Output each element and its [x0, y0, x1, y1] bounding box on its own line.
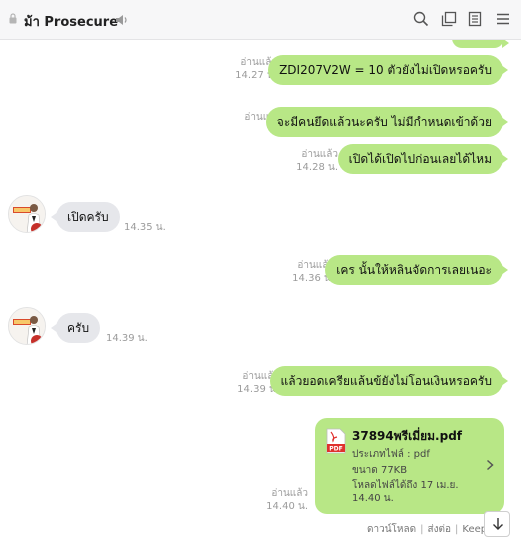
svg-text:PDF: PDF: [329, 446, 342, 453]
message-time: 14.28 น.: [296, 162, 338, 173]
avatar[interactable]: [8, 195, 46, 233]
message-bubble[interactable]: แล้วยอดเครียแล้นข้ยังไม่โอนเงินหรอครับ: [269, 366, 509, 396]
chat-header: ม้า Prosecure: [0, 0, 521, 40]
avatar-image: [9, 196, 45, 232]
message-bubble[interactable]: ครับ: [50, 313, 101, 343]
file-actions: ดาวน์โหลด | ส่งต่อ | Keep: [367, 522, 487, 537]
notes-icon[interactable]: [467, 11, 483, 27]
message-bubble[interactable]: เคร นั้นให้หลินจัดการเลยเนอะ: [325, 255, 508, 285]
file-attachment[interactable]: PDF 37894พรีเมี่ยม.pdf ประเภทไฟล์ : pdf …: [315, 418, 504, 514]
pdf-icon: PDF: [326, 428, 346, 454]
message-text: เคร นั้นให้หลินจัดการเลยเนอะ: [336, 263, 492, 277]
lock-icon: [9, 13, 17, 24]
message-time: 14.35 น.: [124, 222, 166, 233]
menu-icon[interactable]: [495, 11, 511, 27]
message-bubble-partial[interactable]: [452, 40, 509, 48]
message-time: 14.39 น.: [106, 333, 148, 344]
file-expiry: โหลดไฟล์ได้ถึง 17 เม.ย. 14.40 น.: [352, 480, 459, 504]
file-name: 37894พรีเมี่ยม.pdf: [352, 429, 463, 443]
message-text: ครับ: [67, 321, 90, 335]
file-size: ขนาด 77KB: [352, 465, 408, 476]
chevron-right-icon[interactable]: [486, 459, 494, 471]
avatar-image: [9, 308, 45, 344]
scroll-to-bottom-button[interactable]: [484, 511, 510, 537]
file-type: ประเภทไฟล์ : pdf: [352, 449, 430, 460]
message-meta: อ่านแล้ว 14.28 น.: [296, 148, 338, 174]
message-bubble[interactable]: เปิดครับ: [51, 202, 120, 232]
search-icon[interactable]: [413, 11, 429, 27]
message-text: จะมีคนยึดแล้วนะครับ ไม่มีกำหนดเข้าด้วย: [276, 115, 492, 129]
chat-area[interactable]: อ่านแล้ว 14.27 น. ZDI207V2W = 10 ตัวยังไ…: [0, 40, 521, 543]
separator: |: [455, 524, 459, 535]
message-time: 14.40 น.: [266, 501, 308, 512]
chat-title: ม้า Prosecure: [24, 15, 119, 30]
message-bubble[interactable]: จะมีคนยึดแล้วนะครับ ไม่มีกำหนดเข้าด้วย: [265, 107, 509, 137]
arrow-down-icon: [493, 518, 503, 530]
message-meta: อ่านแล้ว 14.40 น.: [266, 487, 308, 513]
message-text: ZDI207V2W = 10 ตัวยังไม่เปิดหรอครับ: [279, 63, 492, 77]
message-text: เปิดได้เปิดไปก่อนเลยได้ไหม: [348, 152, 492, 166]
avatar[interactable]: [8, 307, 46, 345]
read-receipt: อ่านแล้ว: [271, 488, 308, 499]
speaker-icon[interactable]: [114, 13, 128, 27]
share-link[interactable]: ส่งต่อ: [428, 522, 452, 537]
message-text: เปิดครับ: [67, 210, 109, 224]
copy-icon[interactable]: [441, 11, 457, 27]
read-receipt: อ่านแล้ว: [301, 149, 338, 160]
message-bubble[interactable]: เปิดได้เปิดไปก่อนเลยได้ไหม: [337, 144, 509, 174]
download-link[interactable]: ดาวน์โหลด: [367, 522, 416, 537]
message-text: แล้วยอดเครียแล้นข้ยังไม่โอนเงินหรอครับ: [280, 374, 492, 388]
separator: |: [420, 524, 424, 535]
message-bubble[interactable]: ZDI207V2W = 10 ตัวยังไม่เปิดหรอครับ: [268, 55, 508, 85]
